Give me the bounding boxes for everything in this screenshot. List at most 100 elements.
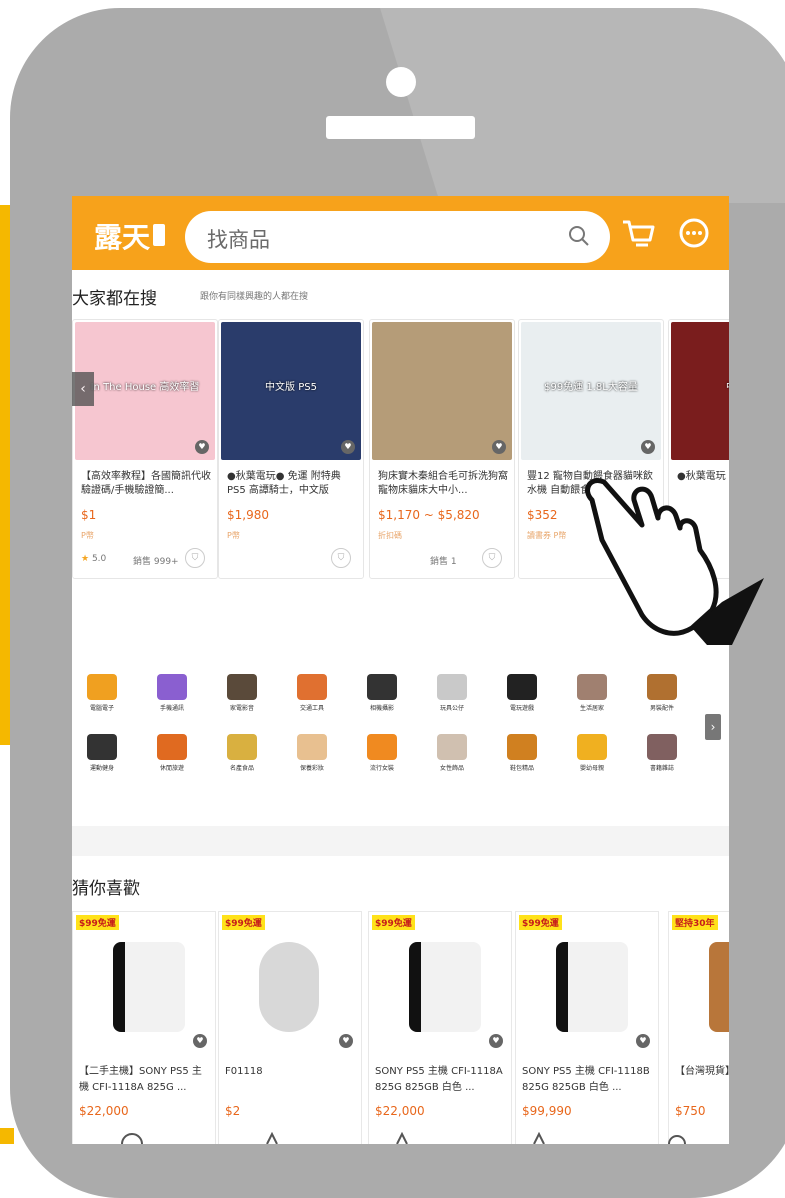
category-item[interactable]: 相機攝影 <box>352 674 412 712</box>
category-item[interactable]: 女性飾品 <box>422 734 482 772</box>
recommend-card[interactable]: 堅持30年【台灣現貨】 自動澆$750♥ <box>668 911 729 1144</box>
category-item[interactable]: 電腦電子 <box>72 674 132 712</box>
product-title[interactable]: SONY PS5 主機 CFI-1118B 825G 825GB 白色 ... <box>522 1064 654 1096</box>
search-icon[interactable] <box>566 223 592 249</box>
category-icon <box>367 734 397 760</box>
product-title[interactable]: 【台灣現貨】 自動澆 <box>675 1064 729 1096</box>
product-price: $750 <box>675 1104 706 1118</box>
trending-card[interactable]: In The House 高效率習【高效率教程】各國簡訊代收驗證碼/手機驗證簡.… <box>72 319 218 579</box>
product-shape <box>409 942 481 1032</box>
product-image[interactable] <box>369 912 511 1052</box>
product-tag: P幣 <box>227 531 240 540</box>
category-label: 手機通訊 <box>159 705 184 712</box>
heart-icon[interactable]: ♥ <box>341 440 355 454</box>
ruten-logo[interactable]: 露天 <box>94 216 166 256</box>
rating-value: 5.0 <box>91 554 107 564</box>
trending-subtitle: 跟你有同樣興趣的人都在搜 <box>200 292 309 302</box>
thumb-caption: 中文版 <box>679 378 729 393</box>
heart-icon[interactable]: ♥ <box>193 1034 207 1048</box>
add-to-cart-button[interactable]: ⛉ <box>331 548 351 568</box>
category-item[interactable]: 交通工具 <box>282 674 342 712</box>
product-image[interactable]: In The House 高效率習 <box>75 322 215 460</box>
product-image[interactable] <box>516 912 658 1052</box>
category-icon <box>157 674 187 700</box>
search-input[interactable]: 找商品 <box>185 211 610 263</box>
heart-icon[interactable]: ♥ <box>636 1034 650 1048</box>
category-icon <box>157 734 187 760</box>
category-label: 玩具公仔 <box>439 705 464 712</box>
heart-icon[interactable]: ♥ <box>492 440 506 454</box>
cart-nav-icon <box>533 1132 545 1144</box>
heart-icon[interactable]: ♥ <box>489 1034 503 1048</box>
product-title[interactable]: ●秋葉電玩● 免運 附特典 PS5 高譚騎士，中文版 <box>227 470 357 498</box>
product-sold: 銷售 1 <box>430 557 457 567</box>
category-label: 相機攝影 <box>369 705 394 712</box>
heart-icon[interactable]: ♥ <box>195 440 209 454</box>
category-label: 鞋包精品 <box>509 765 534 772</box>
category-item[interactable]: 鞋包精品 <box>492 734 552 772</box>
product-image[interactable]: $99免運 1.8L大容量 <box>521 322 661 460</box>
product-title[interactable]: 狗床實木秦組合毛可拆洗狗窩寵物床貓床大中小... <box>378 470 508 498</box>
carousel-prev-button[interactable]: ‹ <box>72 372 94 406</box>
heart-icon[interactable]: ♥ <box>339 1034 353 1048</box>
category-item[interactable]: 運動健身 <box>72 734 132 772</box>
product-price: $22,000 <box>79 1104 129 1118</box>
product-image[interactable] <box>372 322 512 460</box>
heart-icon[interactable]: ♥ <box>641 440 655 454</box>
category-label: 休閒旅遊 <box>159 765 184 772</box>
category-item[interactable]: 嬰幼母親 <box>562 734 622 772</box>
category-icon <box>647 734 677 760</box>
product-title[interactable]: 【二手主機】SONY PS5 主機 CFI-1118A 825G ... <box>79 1064 211 1096</box>
category-item[interactable]: 玩具公仔 <box>422 674 482 712</box>
category-label: 交通工具 <box>299 705 324 712</box>
category-icon <box>507 674 537 700</box>
category-item[interactable]: 休閒旅遊 <box>142 734 202 772</box>
trending-card[interactable]: 狗床實木秦組合毛可拆洗狗窩寵物床貓床大中小... $1,170 ~ $5,820 折… <box>369 319 515 579</box>
product-price: $2 <box>225 1104 241 1118</box>
category-item[interactable]: 男裝配件 <box>632 674 692 712</box>
recommend-card[interactable]: $99免運 SONY PS5 主機 CFI-1118B 825G 825GB 白色… <box>515 911 659 1144</box>
category-item[interactable]: 手機通訊 <box>142 674 202 712</box>
add-to-cart-button[interactable]: ⛉ <box>185 548 205 568</box>
product-image[interactable] <box>669 912 729 1052</box>
category-item[interactable]: 名產食品 <box>212 734 272 772</box>
product-price: $1,170 ~ $5,820 <box>378 508 480 522</box>
trending-card[interactable]: 中文版 PS5 ●秋葉電玩● 免運 附特典 PS5 高譚騎士，中文版 $1,980 P… <box>218 319 364 579</box>
category-item[interactable]: 生活居家 <box>562 674 622 712</box>
promo-badge: $99免運 <box>519 915 562 930</box>
product-title[interactable]: F01118 <box>225 1064 357 1096</box>
category-item[interactable]: 家電影音 <box>212 674 272 712</box>
product-image[interactable]: 中文版 PS5 <box>221 322 361 460</box>
product-price: $352 <box>527 508 558 522</box>
phone-sheen <box>380 8 785 203</box>
thumb-caption: $99免運 1.8L大容量 <box>544 382 638 393</box>
category-item[interactable]: 電玩遊戲 <box>492 674 552 712</box>
category-item[interactable]: 書籍雜誌 <box>632 734 692 772</box>
product-title[interactable]: SONY PS5 主機 CFI-1118A 825G 825GB 白色 ... <box>375 1064 507 1096</box>
thumb-caption: 中文版 PS5 <box>265 382 317 393</box>
category-label: 保養彩妝 <box>299 765 324 772</box>
category-icon <box>507 734 537 760</box>
category-next-button[interactable]: › <box>705 714 721 740</box>
chat-icon[interactable] <box>676 216 712 252</box>
product-image[interactable] <box>219 912 361 1052</box>
search-placeholder: 找商品 <box>207 228 270 252</box>
recommend-card[interactable]: $99免運 F01118 $2 ♥ <box>218 911 362 1144</box>
category-icon <box>437 674 467 700</box>
category-item[interactable]: 保養彩妝 <box>282 734 342 772</box>
product-image[interactable]: 中文版 <box>671 322 729 460</box>
product-price: $99,990 <box>522 1104 572 1118</box>
recommend-card[interactable]: $99免運 SONY PS5 主機 CFI-1118A 825G 825GB 白色… <box>368 911 512 1144</box>
cart-icon[interactable] <box>620 216 656 252</box>
thumb-caption: In The House 高效率習 <box>90 382 200 393</box>
category-item[interactable]: 流行女裝 <box>352 734 412 772</box>
product-title[interactable]: 【高效率教程】各國簡訊代收驗證碼/手機驗證簡... <box>81 470 211 498</box>
recommend-card[interactable]: $99免運 【二手主機】SONY PS5 主機 CFI-1118A 825G ..… <box>72 911 216 1144</box>
product-image[interactable] <box>73 912 215 1052</box>
category-label: 流行女裝 <box>369 765 394 772</box>
product-shape <box>113 942 185 1032</box>
category-label: 女性飾品 <box>439 765 464 772</box>
category-icon <box>367 674 397 700</box>
add-to-cart-button[interactable]: ⛉ <box>482 548 502 568</box>
product-shape <box>259 942 319 1032</box>
